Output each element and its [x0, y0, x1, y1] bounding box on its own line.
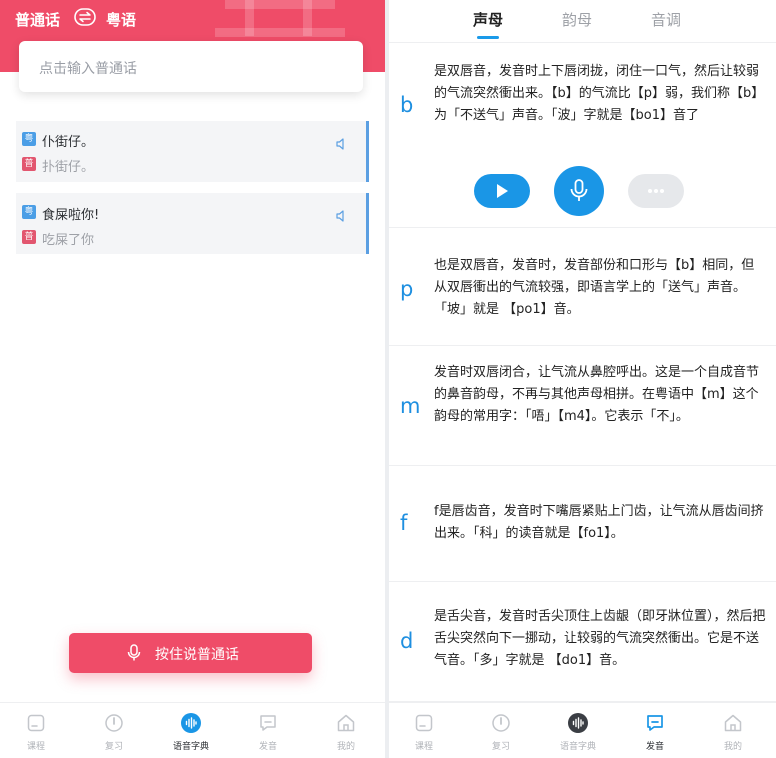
bottom-tab-bar: 课程 复习 语音字典 发音 我的 [0, 702, 385, 758]
translation-card[interactable]: 粤 食屎啦你! 普 吃屎了你 [16, 193, 369, 254]
more-button[interactable] [628, 174, 684, 208]
record-button[interactable] [554, 166, 604, 216]
initial-letter: p [400, 277, 414, 301]
tab-label: 课程 [414, 742, 433, 752]
tab-label: 发音 [258, 742, 277, 752]
tab-course[interactable]: 课程 [394, 703, 454, 758]
initial-entry[interactable]: b 是双唇音，发音时上下唇闭拢，闭住一口气，然后让较弱的气流突然衝出来。【b】的… [389, 44, 776, 228]
speaker-icon[interactable] [335, 135, 347, 150]
initial-letter: m [400, 394, 421, 418]
initial-letter: b [400, 93, 414, 117]
mandarin-search-input[interactable]: 点击输入普通话 [19, 41, 363, 92]
tab-mine[interactable]: 我的 [316, 703, 376, 758]
target-language[interactable]: 粤语 [106, 9, 136, 30]
tab-mine[interactable]: 我的 [703, 703, 763, 758]
tab-label: 语音字典 [172, 742, 209, 752]
swap-arrows-icon[interactable] [74, 8, 96, 26]
course-icon [415, 714, 433, 732]
card-accent-bar [366, 193, 369, 254]
tab-finals[interactable]: 韵母 [562, 9, 592, 30]
mandarin-text: 扑街仔。 [42, 160, 95, 175]
translation-card[interactable]: 粤 仆街仔。 普 扑街仔。 [16, 121, 369, 182]
translator-screen: 普通话 粤语 点击输入普通话 粤 仆街仔。 普 扑街仔。 粤 食屎啦你! 普 吃… [0, 0, 385, 758]
bottom-tab-bar: 课程 复习 语音字典 发音 我的 [389, 702, 776, 758]
play-icon [497, 184, 508, 198]
tab-label: 复习 [104, 742, 123, 752]
selected-tab-indicator [477, 36, 499, 39]
play-button[interactable] [474, 174, 530, 208]
tab-voice-dictionary[interactable]: 语音字典 [161, 703, 221, 758]
initial-description: 也是双唇音，发音时，发音部份和口形与【b】相同，但从双唇衝出的气流较强，即语言学… [434, 258, 755, 317]
mandarin-tag: 普 [22, 157, 36, 171]
tab-voice-dictionary[interactable]: 语音字典 [548, 703, 608, 758]
tab-pronunciation[interactable]: 发音 [238, 703, 298, 758]
tab-label: 复习 [491, 742, 510, 752]
tab-pronunciation[interactable]: 发音 [625, 703, 685, 758]
review-icon [105, 714, 123, 732]
course-icon [27, 714, 45, 732]
tab-label: 我的 [723, 742, 742, 752]
tab-initials[interactable]: 声母 [473, 9, 503, 30]
tab-label: 我的 [336, 742, 355, 752]
initial-letter: f [400, 511, 408, 535]
search-placeholder: 点击输入普通话 [39, 61, 137, 77]
home-icon [337, 714, 355, 732]
initial-letter: d [400, 629, 414, 653]
initial-description: f是唇齿音，发音时下嘴唇紧贴上门齿，让气流从唇齿间挤出来。「科」的读音就是【fo… [434, 504, 764, 541]
home-icon [724, 714, 742, 732]
initial-description: 是双唇音，发音时上下唇闭拢，闭住一口气，然后让较弱的气流突然衝出来。【b】的气流… [434, 64, 765, 123]
cantonese-text: 仆街仔。 [42, 135, 95, 150]
hold-to-speak-label: 按住说普通话 [155, 647, 239, 663]
hold-to-speak-button[interactable]: 按住说普通话 [69, 633, 312, 673]
initial-description: 是舌尖音，发音时舌尖顶住上齿龈（即牙牀位置），然后把舌尖突然向下一挪动，让较弱的… [434, 609, 766, 668]
header-watermark [215, 0, 345, 42]
initial-entry[interactable]: d 是舌尖音，发音时舌尖顶住上齿龈（即牙牀位置），然后把舌尖突然向下一挪动，让较… [389, 582, 776, 702]
screenshot-root: 普通话 粤语 点击输入普通话 粤 仆街仔。 普 扑街仔。 粤 食屎啦你! 普 吃… [0, 0, 776, 758]
tab-review[interactable]: 复习 [471, 703, 531, 758]
review-icon [492, 714, 510, 732]
cantonese-tag: 粤 [22, 205, 36, 219]
tab-course[interactable]: 课程 [6, 703, 66, 758]
initial-entry[interactable]: m 发音时双唇闭合，让气流从鼻腔呼出。这是一个自成音节的鼻音韵母，不再与其他声母… [389, 346, 776, 466]
initial-description: 发音时双唇闭合，让气流从鼻腔呼出。这是一个自成音节的鼻音韵母，不再与其他声母相拼… [434, 365, 760, 424]
card-accent-bar [366, 121, 369, 182]
cantonese-tag: 粤 [22, 132, 36, 146]
cantonese-text: 食屎啦你! [42, 208, 100, 223]
voice-dictionary-icon [568, 713, 588, 733]
voice-dictionary-icon [181, 713, 201, 733]
tab-review[interactable]: 复习 [84, 703, 144, 758]
tab-label: 语音字典 [559, 742, 596, 752]
source-language[interactable]: 普通话 [15, 9, 60, 30]
initial-entry[interactable]: p 也是双唇音，发音时，发音部份和口形与【b】相同，但从双唇衝出的气流较强，即语… [389, 228, 776, 346]
category-tabs: 声母 韵母 音调 [389, 0, 776, 43]
mandarin-text: 吃屎了你 [42, 233, 95, 248]
tab-label: 课程 [26, 742, 45, 752]
tab-tones[interactable]: 音调 [651, 9, 681, 30]
mandarin-tag: 普 [22, 230, 36, 244]
pronunciation-icon [647, 715, 663, 731]
initial-entry[interactable]: f f是唇齿音，发音时下嘴唇紧贴上门齿，让气流从唇齿间挤出来。「科」的读音就是【… [389, 466, 776, 582]
speaker-icon[interactable] [335, 207, 347, 222]
pronunciation-screen: 声母 韵母 音调 b 是双唇音，发音时上下唇闭拢，闭住一口气，然后让较弱的气流突… [389, 0, 776, 758]
tab-label: 发音 [645, 742, 664, 752]
microphone-icon [127, 644, 141, 666]
pronunciation-icon [260, 715, 276, 731]
microphone-icon [570, 179, 588, 201]
